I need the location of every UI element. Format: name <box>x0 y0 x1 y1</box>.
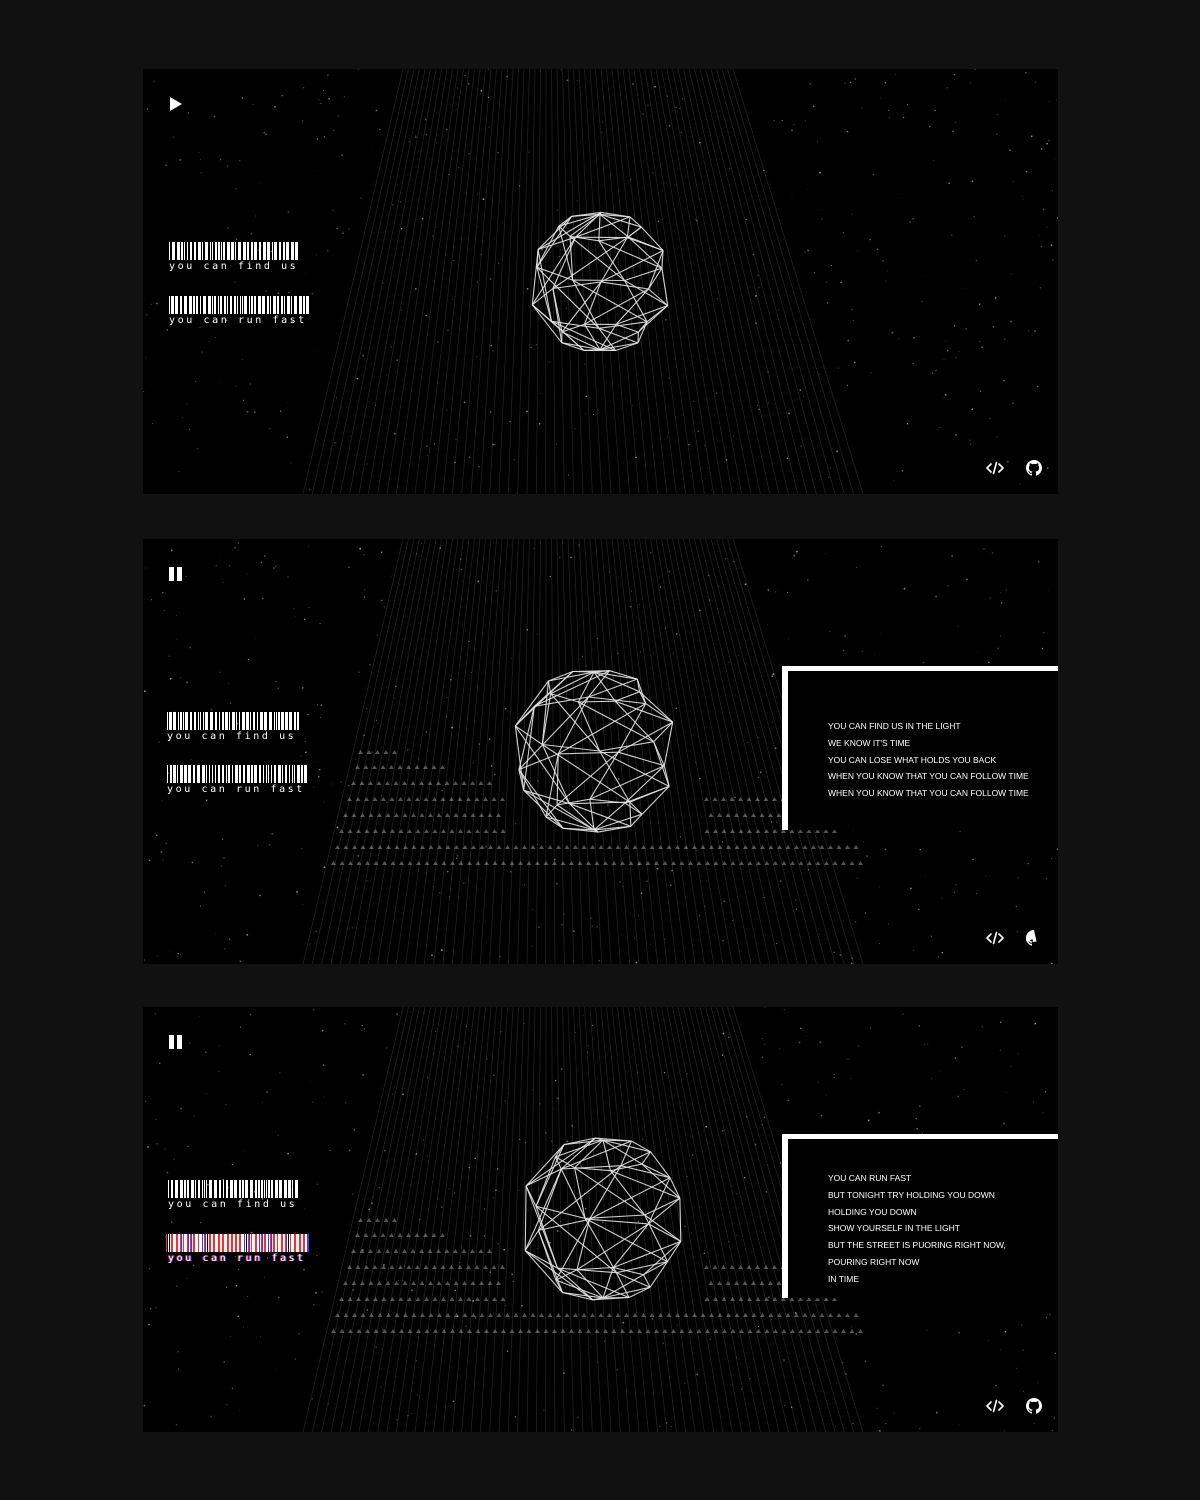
lyric-line: WHEN YOU KNOW THAT YOU CAN FOLLOW TIME <box>828 771 1029 782</box>
track-you-can-find-us[interactable]: you can find us <box>168 1180 300 1210</box>
barcode-icon <box>168 1180 298 1198</box>
barcode-icon <box>167 712 299 730</box>
perspective-grid <box>302 69 864 494</box>
code-icon[interactable] <box>986 460 1004 476</box>
perspective-grid <box>302 1007 864 1432</box>
track-you-can-run-fast[interactable]: you can run fast <box>167 765 308 795</box>
pause-button[interactable] <box>167 565 185 583</box>
lyric-line: YOU CAN RUN FAST <box>828 1173 912 1183</box>
track-label: you can find us <box>169 261 299 272</box>
barcode-icon <box>169 296 309 314</box>
code-icon[interactable] <box>986 930 1004 946</box>
track-label: you can run fast <box>167 784 305 795</box>
visualizer-canvas <box>143 69 1058 494</box>
pause-button[interactable] <box>167 1033 185 1051</box>
github-icon[interactable] <box>1026 460 1044 476</box>
track-label: you can find us <box>168 1199 298 1210</box>
track-label: you can run fast <box>168 1253 306 1264</box>
barcode-icon <box>167 765 307 783</box>
lyrics-list: YOU CAN RUN FAST BUT TONIGHT TRY HOLDING… <box>828 1170 1006 1288</box>
track-you-can-find-us[interactable]: you can find us <box>169 242 301 272</box>
barcode-icon <box>168 1234 307 1252</box>
lyrics-panel: YOU CAN FIND US IN THE LIGHT WE KNOW IT'… <box>782 666 1058 830</box>
lyric-line: BUT TONIGHT TRY HOLDING YOU DOWN <box>828 1189 995 1200</box>
lyric-line: POURING RIGHT NOW <box>828 1256 920 1267</box>
lyrics-list: YOU CAN FIND US IN THE LIGHT WE KNOW IT'… <box>828 718 1029 802</box>
pause-icon <box>169 567 183 581</box>
lyric-line: WE KNOW IT'S TIME <box>828 737 911 748</box>
track-you-can-find-us[interactable]: you can find us <box>167 712 299 742</box>
code-icon[interactable] <box>986 1398 1004 1414</box>
track-you-can-run-fast[interactable]: you can run fast <box>169 296 310 326</box>
lyric-line: HOLDING YOU DOWN <box>828 1206 917 1217</box>
lyric-line: BUT THE STREET IS PUORING RIGHT NOW, <box>828 1240 1006 1251</box>
github-icon[interactable] <box>1026 1398 1044 1414</box>
github-icon[interactable] <box>1024 930 1044 946</box>
visualizer-panel-1: you can find us you can run fast <box>143 69 1058 494</box>
lyric-line: IN TIME <box>828 1273 860 1284</box>
perspective-grid <box>302 539 864 964</box>
track-label: you can run fast <box>169 315 307 326</box>
pause-icon <box>169 1035 183 1049</box>
play-icon <box>170 97 182 111</box>
lyrics-panel: YOU CAN RUN FAST BUT TONIGHT TRY HOLDING… <box>782 1134 1058 1298</box>
visualizer-panel-3: you can find us you can run fast YOU CAN… <box>143 1007 1058 1432</box>
play-button[interactable] <box>167 95 185 113</box>
track-you-can-run-fast[interactable]: you can run fast <box>168 1234 309 1264</box>
visualizer-panel-2: you can find us you can run fast YOU CAN… <box>143 539 1058 964</box>
wireframe-sphere <box>524 1137 682 1301</box>
barcode-icon <box>169 242 298 260</box>
lyric-line: SHOW YOURSELF IN THE LIGHT <box>828 1223 960 1234</box>
lyric-line: YOU CAN LOSE WHAT HOLDS YOU BACK <box>828 754 997 765</box>
lyric-line: YOU CAN FIND US IN THE LIGHT <box>828 721 961 731</box>
track-label: you can find us <box>167 731 297 742</box>
lyric-line: WHEN YOU KNOW THAT YOU CAN FOLLOW TIME <box>828 788 1029 799</box>
